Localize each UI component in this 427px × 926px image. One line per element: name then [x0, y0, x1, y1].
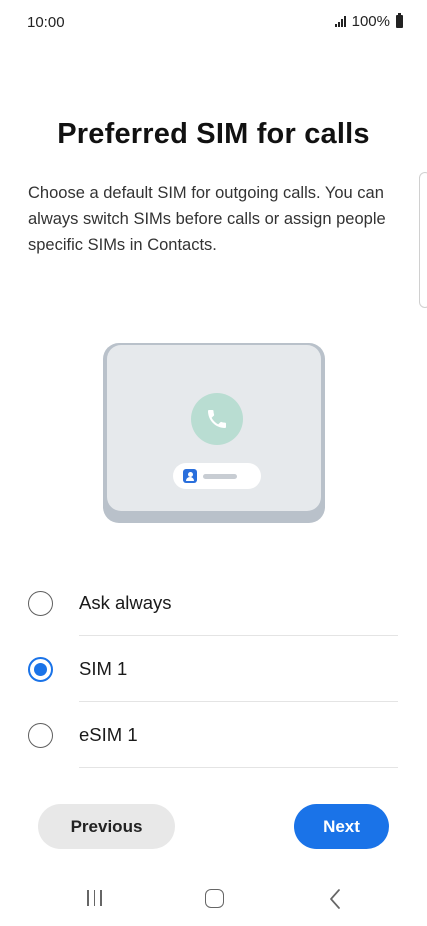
option-esim-1[interactable]: eSIM 1	[0, 702, 427, 768]
back-icon[interactable]	[328, 888, 342, 910]
next-button[interactable]: Next	[294, 804, 389, 849]
radio-sim-1[interactable]	[28, 656, 53, 682]
sim-options-list: Ask always SIM 1 eSIM 1	[0, 570, 427, 768]
previous-button[interactable]: Previous	[38, 804, 175, 849]
status-time: 10:00	[27, 14, 65, 31]
contact-pill	[173, 463, 261, 489]
navigation-bar	[0, 874, 427, 926]
option-ask-always[interactable]: Ask always	[0, 570, 427, 636]
contact-name-placeholder	[203, 473, 237, 479]
phone-icon	[208, 410, 226, 428]
device-screen	[107, 345, 321, 511]
option-label: Ask always	[79, 592, 172, 613]
status-indicators: 100%	[334, 13, 403, 30]
contact-icon	[183, 469, 197, 483]
recents-icon[interactable]	[87, 890, 102, 906]
option-sim-1[interactable]: SIM 1	[0, 636, 427, 702]
battery-icon	[396, 13, 403, 28]
call-circle	[191, 393, 243, 445]
option-label: SIM 1	[79, 658, 128, 679]
page-description: Choose a default SIM for outgoing calls.…	[28, 184, 386, 254]
battery-percentage: 100%	[351, 13, 390, 30]
divider	[79, 767, 398, 768]
page-title: Preferred SIM for calls	[57, 118, 370, 150]
sim-illustration	[103, 343, 325, 523]
signal-icon	[334, 16, 346, 27]
scroll-indicator[interactable]	[419, 172, 427, 308]
home-icon[interactable]	[205, 889, 224, 908]
radio-ask-always[interactable]	[28, 590, 53, 616]
option-label: eSIM 1	[79, 724, 138, 745]
radio-esim-1[interactable]	[28, 722, 53, 748]
status-bar: 10:00 100%	[0, 0, 427, 44]
